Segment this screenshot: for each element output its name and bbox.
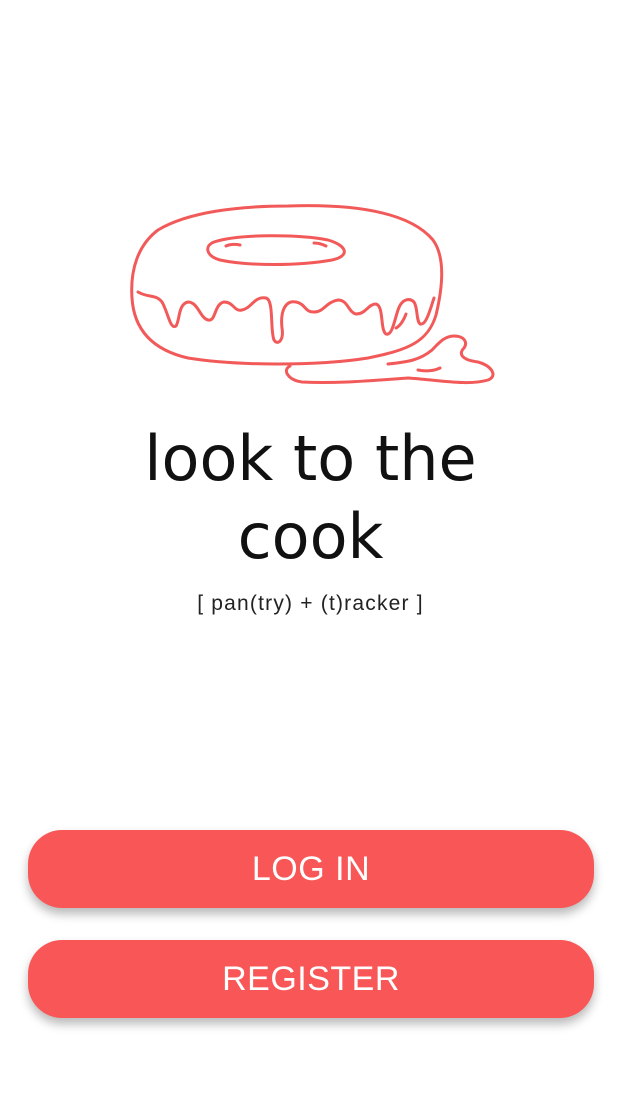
app-subtitle: [ pan(try) + (t)racker ] bbox=[197, 592, 424, 615]
app-title-line2: cook bbox=[237, 500, 384, 573]
app-title: look to the cook bbox=[0, 420, 621, 576]
login-button[interactable]: LOG IN bbox=[28, 830, 594, 908]
app-title-line1: look to the bbox=[144, 422, 477, 495]
logo bbox=[118, 190, 508, 400]
donut-icon bbox=[130, 204, 495, 385]
register-button[interactable]: REGISTER bbox=[28, 940, 594, 1018]
